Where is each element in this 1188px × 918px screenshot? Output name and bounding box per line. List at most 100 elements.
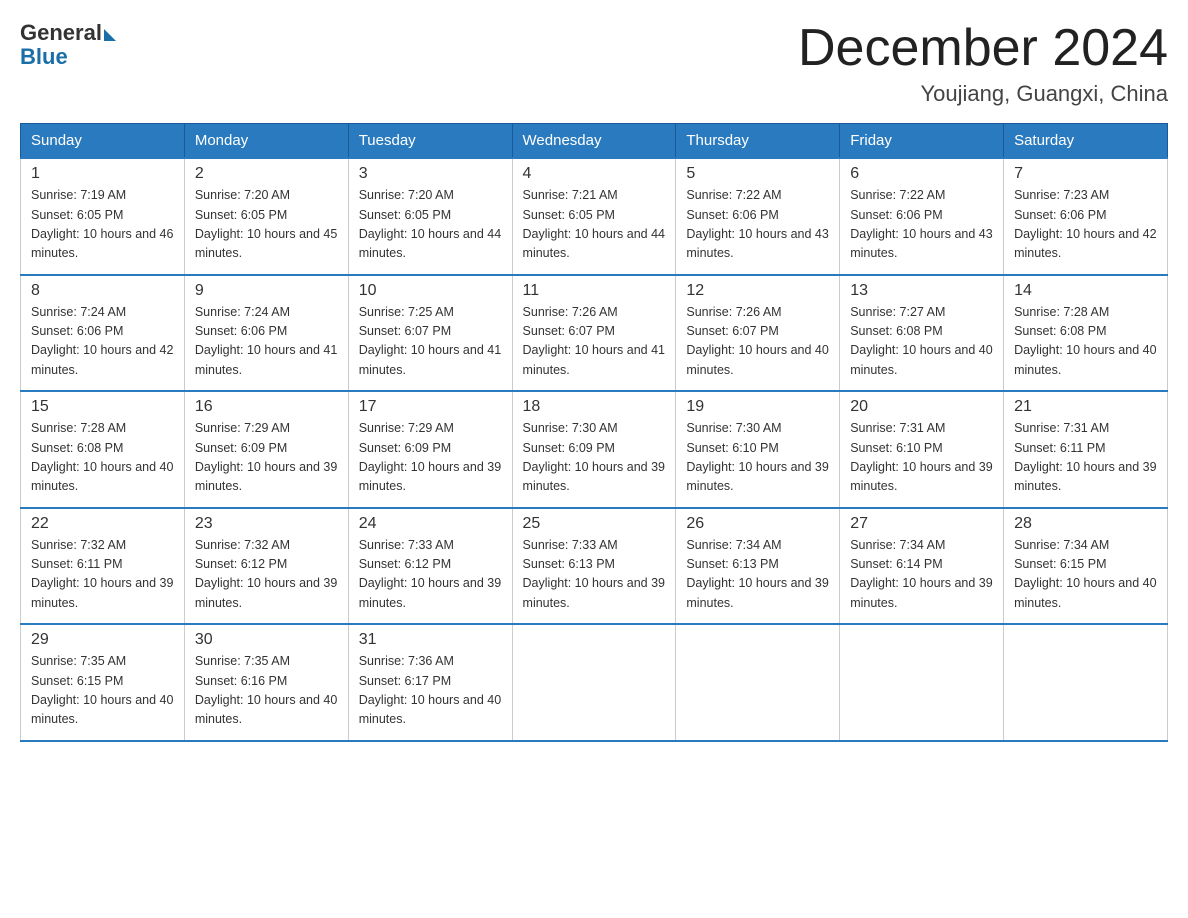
logo: General Blue [20, 20, 116, 70]
header-thursday: Thursday [676, 124, 840, 159]
day-number: 30 [195, 631, 338, 649]
location-title: Youjiang, Guangxi, China [798, 81, 1168, 107]
calendar-cell: 24 Sunrise: 7:33 AMSunset: 6:12 PMDaylig… [348, 508, 512, 625]
calendar-week-row: 1 Sunrise: 7:19 AMSunset: 6:05 PMDayligh… [21, 158, 1168, 275]
day-info: Sunrise: 7:35 AMSunset: 6:16 PMDaylight:… [195, 654, 337, 726]
calendar-cell: 29 Sunrise: 7:35 AMSunset: 6:15 PMDaylig… [21, 624, 185, 741]
day-number: 15 [31, 398, 174, 416]
header-monday: Monday [184, 124, 348, 159]
day-number: 11 [523, 282, 666, 300]
day-number: 25 [523, 515, 666, 533]
calendar-cell: 5 Sunrise: 7:22 AMSunset: 6:06 PMDayligh… [676, 158, 840, 275]
calendar-cell: 12 Sunrise: 7:26 AMSunset: 6:07 PMDaylig… [676, 275, 840, 392]
day-info: Sunrise: 7:36 AMSunset: 6:17 PMDaylight:… [359, 654, 501, 726]
day-number: 24 [359, 515, 502, 533]
calendar-header-row: SundayMondayTuesdayWednesdayThursdayFrid… [21, 124, 1168, 159]
calendar-week-row: 8 Sunrise: 7:24 AMSunset: 6:06 PMDayligh… [21, 275, 1168, 392]
day-info: Sunrise: 7:26 AMSunset: 6:07 PMDaylight:… [523, 305, 665, 377]
calendar-cell: 2 Sunrise: 7:20 AMSunset: 6:05 PMDayligh… [184, 158, 348, 275]
calendar-cell: 22 Sunrise: 7:32 AMSunset: 6:11 PMDaylig… [21, 508, 185, 625]
calendar-cell: 7 Sunrise: 7:23 AMSunset: 6:06 PMDayligh… [1004, 158, 1168, 275]
header-wednesday: Wednesday [512, 124, 676, 159]
day-info: Sunrise: 7:30 AMSunset: 6:09 PMDaylight:… [523, 421, 665, 493]
day-number: 4 [523, 165, 666, 183]
header-sunday: Sunday [21, 124, 185, 159]
day-number: 8 [31, 282, 174, 300]
day-info: Sunrise: 7:25 AMSunset: 6:07 PMDaylight:… [359, 305, 501, 377]
day-number: 14 [1014, 282, 1157, 300]
title-block: December 2024 Youjiang, Guangxi, China [798, 20, 1168, 107]
calendar-cell: 10 Sunrise: 7:25 AMSunset: 6:07 PMDaylig… [348, 275, 512, 392]
day-number: 1 [31, 165, 174, 183]
calendar-cell: 8 Sunrise: 7:24 AMSunset: 6:06 PMDayligh… [21, 275, 185, 392]
calendar-cell: 14 Sunrise: 7:28 AMSunset: 6:08 PMDaylig… [1004, 275, 1168, 392]
calendar-week-row: 15 Sunrise: 7:28 AMSunset: 6:08 PMDaylig… [21, 391, 1168, 508]
calendar-week-row: 22 Sunrise: 7:32 AMSunset: 6:11 PMDaylig… [21, 508, 1168, 625]
day-info: Sunrise: 7:31 AMSunset: 6:10 PMDaylight:… [850, 421, 992, 493]
day-number: 21 [1014, 398, 1157, 416]
calendar-cell: 4 Sunrise: 7:21 AMSunset: 6:05 PMDayligh… [512, 158, 676, 275]
day-number: 19 [686, 398, 829, 416]
day-info: Sunrise: 7:24 AMSunset: 6:06 PMDaylight:… [31, 305, 173, 377]
day-info: Sunrise: 7:29 AMSunset: 6:09 PMDaylight:… [195, 421, 337, 493]
calendar-week-row: 29 Sunrise: 7:35 AMSunset: 6:15 PMDaylig… [21, 624, 1168, 741]
day-info: Sunrise: 7:32 AMSunset: 6:12 PMDaylight:… [195, 538, 337, 610]
calendar-cell: 1 Sunrise: 7:19 AMSunset: 6:05 PMDayligh… [21, 158, 185, 275]
day-info: Sunrise: 7:22 AMSunset: 6:06 PMDaylight:… [686, 188, 828, 260]
calendar-cell: 17 Sunrise: 7:29 AMSunset: 6:09 PMDaylig… [348, 391, 512, 508]
day-info: Sunrise: 7:20 AMSunset: 6:05 PMDaylight:… [195, 188, 337, 260]
calendar-cell: 30 Sunrise: 7:35 AMSunset: 6:16 PMDaylig… [184, 624, 348, 741]
day-info: Sunrise: 7:33 AMSunset: 6:12 PMDaylight:… [359, 538, 501, 610]
day-info: Sunrise: 7:28 AMSunset: 6:08 PMDaylight:… [1014, 305, 1156, 377]
day-number: 28 [1014, 515, 1157, 533]
day-number: 20 [850, 398, 993, 416]
day-number: 13 [850, 282, 993, 300]
day-info: Sunrise: 7:33 AMSunset: 6:13 PMDaylight:… [523, 538, 665, 610]
calendar-cell: 26 Sunrise: 7:34 AMSunset: 6:13 PMDaylig… [676, 508, 840, 625]
day-info: Sunrise: 7:35 AMSunset: 6:15 PMDaylight:… [31, 654, 173, 726]
day-info: Sunrise: 7:19 AMSunset: 6:05 PMDaylight:… [31, 188, 173, 260]
day-info: Sunrise: 7:34 AMSunset: 6:13 PMDaylight:… [686, 538, 828, 610]
calendar-cell [1004, 624, 1168, 741]
day-number: 22 [31, 515, 174, 533]
calendar-cell: 28 Sunrise: 7:34 AMSunset: 6:15 PMDaylig… [1004, 508, 1168, 625]
calendar-cell: 25 Sunrise: 7:33 AMSunset: 6:13 PMDaylig… [512, 508, 676, 625]
calendar-cell: 16 Sunrise: 7:29 AMSunset: 6:09 PMDaylig… [184, 391, 348, 508]
calendar-cell: 20 Sunrise: 7:31 AMSunset: 6:10 PMDaylig… [840, 391, 1004, 508]
calendar-cell [676, 624, 840, 741]
page-header: General Blue December 2024 Youjiang, Gua… [20, 20, 1168, 107]
day-number: 27 [850, 515, 993, 533]
day-number: 10 [359, 282, 502, 300]
calendar-cell: 3 Sunrise: 7:20 AMSunset: 6:05 PMDayligh… [348, 158, 512, 275]
day-number: 9 [195, 282, 338, 300]
calendar-cell [512, 624, 676, 741]
month-title: December 2024 [798, 20, 1168, 77]
logo-general-text: General [20, 20, 102, 46]
day-number: 17 [359, 398, 502, 416]
day-number: 18 [523, 398, 666, 416]
calendar-cell: 15 Sunrise: 7:28 AMSunset: 6:08 PMDaylig… [21, 391, 185, 508]
day-info: Sunrise: 7:34 AMSunset: 6:14 PMDaylight:… [850, 538, 992, 610]
calendar-cell: 11 Sunrise: 7:26 AMSunset: 6:07 PMDaylig… [512, 275, 676, 392]
day-info: Sunrise: 7:31 AMSunset: 6:11 PMDaylight:… [1014, 421, 1156, 493]
day-info: Sunrise: 7:24 AMSunset: 6:06 PMDaylight:… [195, 305, 337, 377]
calendar-cell: 13 Sunrise: 7:27 AMSunset: 6:08 PMDaylig… [840, 275, 1004, 392]
day-info: Sunrise: 7:21 AMSunset: 6:05 PMDaylight:… [523, 188, 665, 260]
calendar-cell: 9 Sunrise: 7:24 AMSunset: 6:06 PMDayligh… [184, 275, 348, 392]
header-friday: Friday [840, 124, 1004, 159]
day-info: Sunrise: 7:27 AMSunset: 6:08 PMDaylight:… [850, 305, 992, 377]
day-info: Sunrise: 7:30 AMSunset: 6:10 PMDaylight:… [686, 421, 828, 493]
header-tuesday: Tuesday [348, 124, 512, 159]
day-number: 29 [31, 631, 174, 649]
day-number: 7 [1014, 165, 1157, 183]
day-info: Sunrise: 7:34 AMSunset: 6:15 PMDaylight:… [1014, 538, 1156, 610]
calendar-table: SundayMondayTuesdayWednesdayThursdayFrid… [20, 123, 1168, 742]
calendar-cell: 23 Sunrise: 7:32 AMSunset: 6:12 PMDaylig… [184, 508, 348, 625]
day-info: Sunrise: 7:23 AMSunset: 6:06 PMDaylight:… [1014, 188, 1156, 260]
day-info: Sunrise: 7:22 AMSunset: 6:06 PMDaylight:… [850, 188, 992, 260]
calendar-cell: 18 Sunrise: 7:30 AMSunset: 6:09 PMDaylig… [512, 391, 676, 508]
day-info: Sunrise: 7:32 AMSunset: 6:11 PMDaylight:… [31, 538, 173, 610]
day-info: Sunrise: 7:28 AMSunset: 6:08 PMDaylight:… [31, 421, 173, 493]
day-number: 6 [850, 165, 993, 183]
day-info: Sunrise: 7:26 AMSunset: 6:07 PMDaylight:… [686, 305, 828, 377]
